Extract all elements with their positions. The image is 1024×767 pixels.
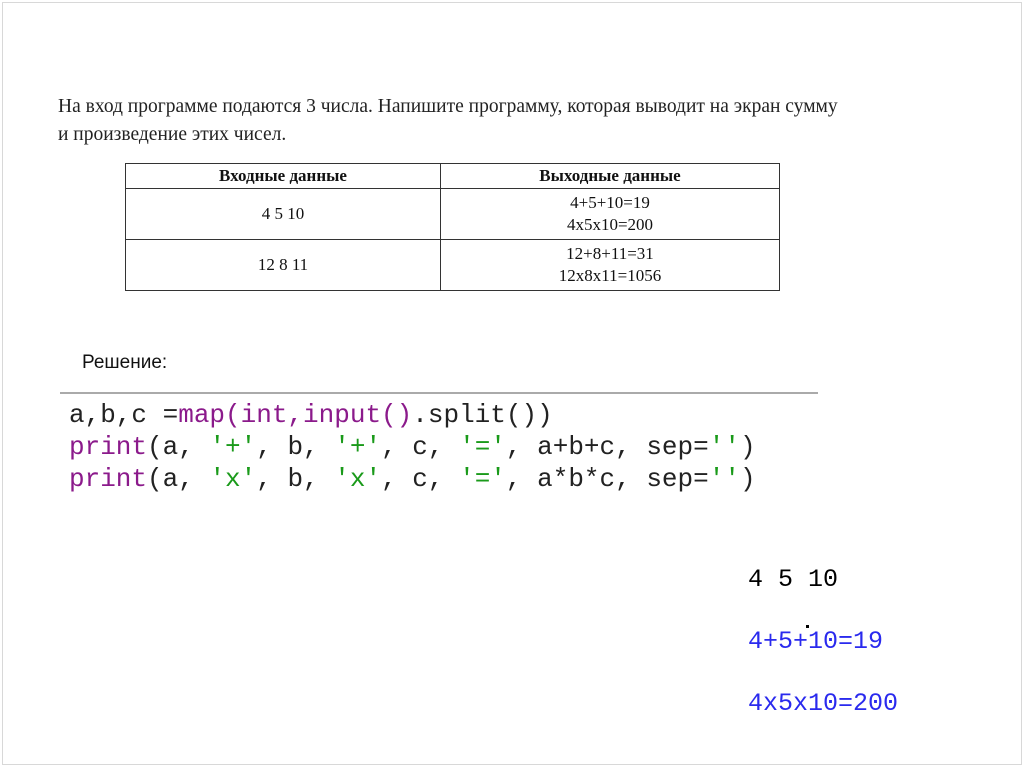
output-product-line: 4x5x10=200 — [748, 689, 899, 718]
code-token: .split()) — [412, 400, 553, 430]
code-token: '+' — [334, 432, 382, 462]
code-token: , a*b*c, sep= — [505, 464, 709, 494]
program-output: 4 5 10 4+5+10=19 4x5x10=200 — [748, 533, 898, 750]
cell-output: 4+5+10=19 4x5x10=200 — [440, 188, 780, 240]
output-line: 4+5+10=19 — [570, 193, 650, 212]
code-token: , c, — [381, 464, 460, 494]
code-token: , c, — [381, 432, 460, 462]
code-token: '' — [708, 464, 740, 494]
example-table: Входные данные Выходные данные 4 5 10 4+5+… — [125, 163, 780, 291]
code-token: (a, — [147, 464, 210, 494]
cell-output: 12+8+11=31 12x8x11=1056 — [440, 239, 780, 291]
code-token: 'x' — [209, 464, 257, 494]
table-row: 4 5 10 4+5+10=19 4x5x10=200 — [125, 188, 780, 240]
code-token: ) — [739, 464, 756, 494]
code-line: a,b,c =map(int,input().split()) — [69, 399, 756, 431]
code-token: print — [69, 432, 148, 462]
code-token: , a+b+c, sep= — [505, 432, 709, 462]
code-token: '+' — [209, 432, 257, 462]
task-line: На вход программе подаются 3 числа. Напи… — [58, 96, 838, 117]
code-token: a,b,c = — [69, 400, 179, 430]
output-line: 12+8+11=31 — [566, 244, 654, 263]
code-token: '' — [708, 432, 740, 462]
code-line: print(a, '+', b, '+', c, '=', a+b+c, sep… — [69, 431, 756, 463]
code-token: '=' — [459, 464, 506, 494]
output-input-line: 4 5 10 — [748, 565, 839, 594]
output-line: 12x8x11=1056 — [558, 266, 662, 285]
cell-input: 4 5 10 — [125, 188, 441, 240]
task-text: На вход программе подаются 3 числа. Напи… — [58, 93, 958, 149]
output-sum-line: 4+5+10=19 — [748, 627, 884, 656]
code-token: , b, — [256, 464, 335, 494]
code-token: '=' — [459, 432, 506, 462]
table-row: 12 8 11 12+8+11=31 12x8x11=1056 — [125, 239, 780, 291]
code-token: ) — [739, 432, 756, 462]
code-token: (a, — [147, 432, 210, 462]
task-line: и произведение этих чисел. — [58, 124, 287, 145]
output-line: 4x5x10=200 — [566, 215, 654, 234]
code-token: print — [69, 464, 148, 494]
code-token: , b, — [256, 432, 335, 462]
header-input: Входные данные — [125, 163, 441, 189]
divider — [60, 392, 818, 394]
solution-label: Решение: — [82, 352, 168, 373]
table-header-row: Входные данные Выходные данные — [125, 163, 780, 189]
cursor-dot — [806, 625, 809, 628]
code-block: a,b,c =map(int,input().split()) print(a, … — [69, 399, 756, 495]
code-token: map(int,input() — [178, 400, 413, 430]
header-output: Выходные данные — [440, 163, 780, 189]
cell-input: 12 8 11 — [125, 239, 441, 291]
code-token: 'x' — [334, 464, 382, 494]
code-line: print(a, 'x', b, 'x', c, '=', a*b*c, sep… — [69, 463, 756, 495]
